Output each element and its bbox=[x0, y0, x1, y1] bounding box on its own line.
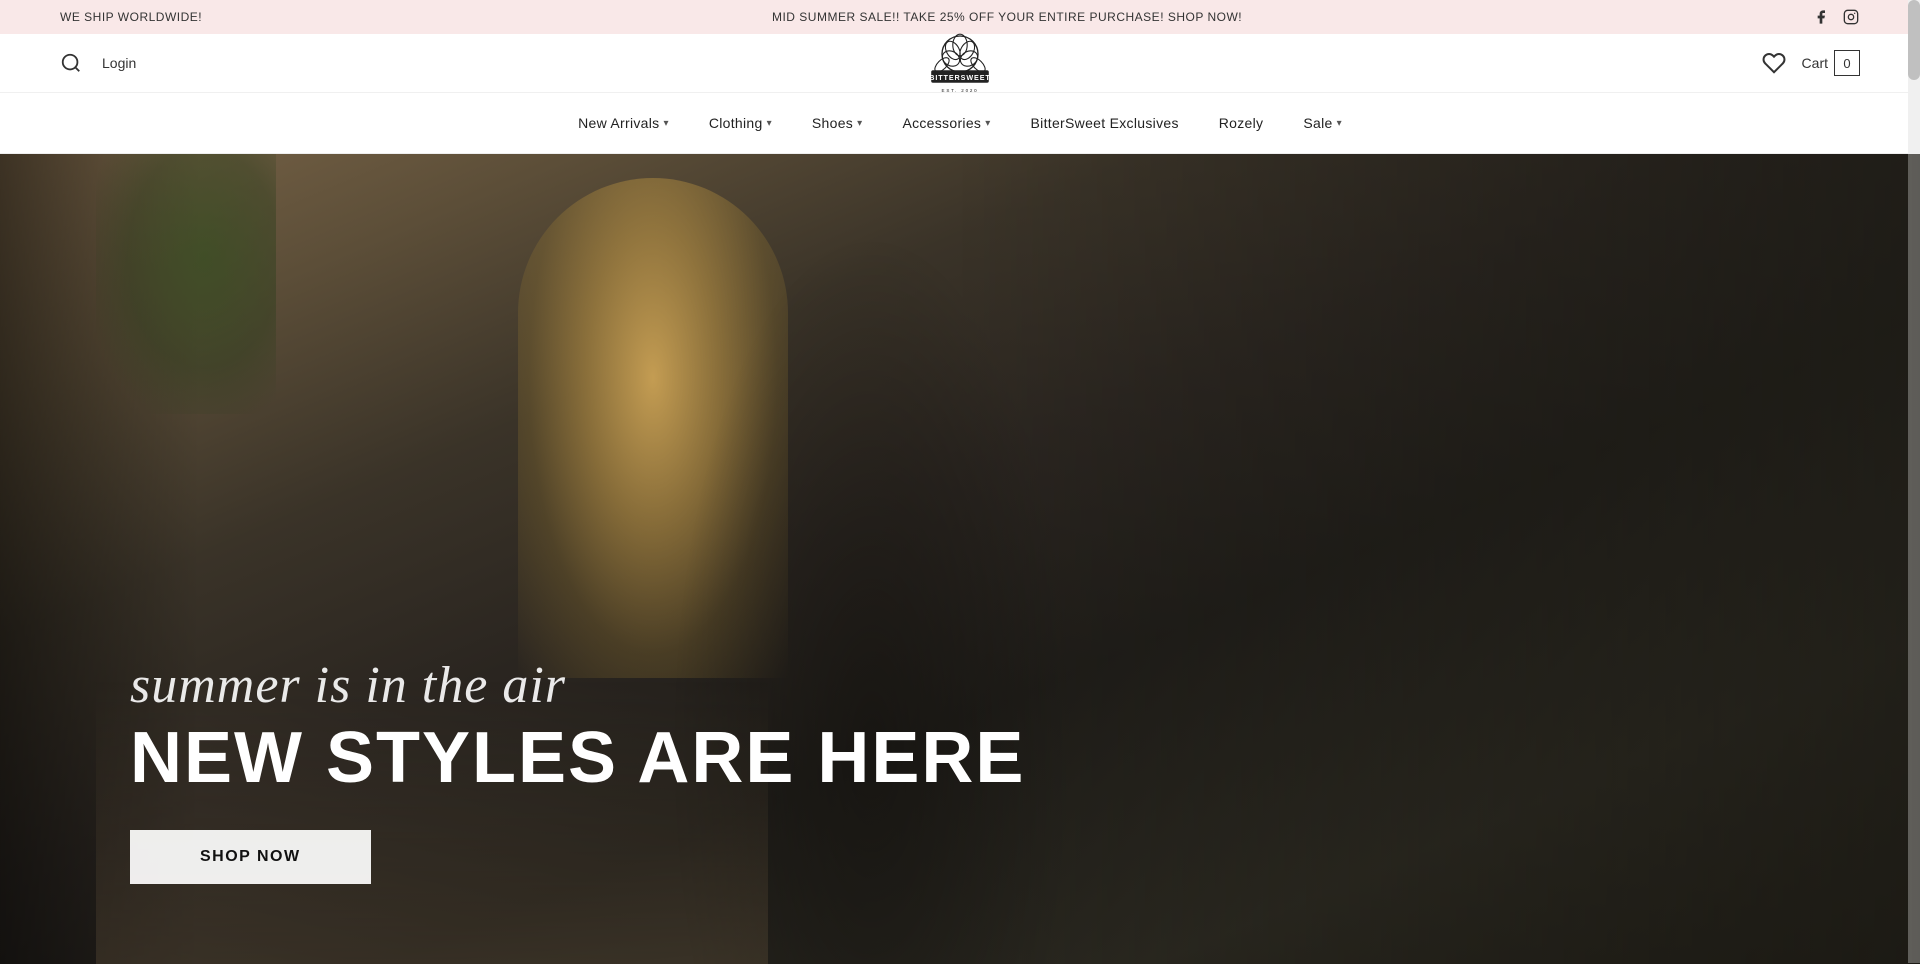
header: Login BITTERSWEET EST. 2020 bbox=[0, 34, 1920, 93]
facebook-icon[interactable] bbox=[1812, 8, 1830, 26]
nav-label-bittersweet-exclusives: BitterSweet Exclusives bbox=[1031, 115, 1179, 131]
cart-label: Cart bbox=[1802, 55, 1828, 71]
wishlist-button[interactable] bbox=[1762, 51, 1786, 75]
nav-label-new-arrivals: New Arrivals bbox=[578, 115, 659, 131]
hero-headline: NEW STYLES ARE HERE bbox=[130, 722, 1025, 794]
instagram-icon[interactable] bbox=[1842, 8, 1860, 26]
chevron-down-icon: ▾ bbox=[1337, 118, 1342, 129]
shipping-text: WE SHIP WORLDWIDE! bbox=[60, 10, 202, 24]
hero-plant bbox=[96, 154, 276, 414]
nav-label-shoes: Shoes bbox=[812, 115, 853, 131]
nav-label-sale: Sale bbox=[1303, 115, 1332, 131]
svg-text:BITTERSWEET: BITTERSWEET bbox=[929, 73, 990, 82]
nav-item-shoes[interactable]: Shoes ▾ bbox=[792, 107, 883, 139]
nav-label-rozely: Rozely bbox=[1219, 115, 1264, 131]
hero-section: summer is in the air NEW STYLES ARE HERE… bbox=[0, 154, 1920, 964]
brand-logo: BITTERSWEET EST. 2020 bbox=[915, 18, 1005, 108]
login-link[interactable]: Login bbox=[102, 55, 136, 71]
social-icons bbox=[1812, 8, 1860, 26]
cart-area[interactable]: Cart 0 bbox=[1802, 50, 1860, 76]
hero-dark-overlay bbox=[960, 154, 1920, 964]
cart-badge: 0 bbox=[1834, 50, 1860, 76]
nav-item-clothing[interactable]: Clothing ▾ bbox=[689, 107, 792, 139]
sale-text: MID SUMMER SALE!! TAKE 25% OFF YOUR ENTI… bbox=[772, 10, 1242, 24]
chevron-down-icon: ▾ bbox=[985, 118, 990, 129]
cart-count: 0 bbox=[1843, 56, 1850, 71]
nav-label-accessories: Accessories bbox=[902, 115, 981, 131]
hero-text-block: summer is in the air NEW STYLES ARE HERE… bbox=[130, 657, 1025, 884]
header-left: Login bbox=[60, 52, 136, 74]
chevron-down-icon: ▾ bbox=[767, 118, 772, 129]
nav-item-accessories[interactable]: Accessories ▾ bbox=[882, 107, 1010, 139]
header-logo[interactable]: BITTERSWEET EST. 2020 bbox=[915, 18, 1005, 108]
shop-now-button[interactable]: SHOP NOW bbox=[130, 830, 371, 884]
nav-item-bittersweet-exclusives[interactable]: BitterSweet Exclusives bbox=[1011, 107, 1199, 139]
svg-text:EST. 2020: EST. 2020 bbox=[942, 88, 979, 93]
header-right: Cart 0 bbox=[1762, 50, 1860, 76]
search-button[interactable] bbox=[60, 52, 82, 74]
nav-item-rozely[interactable]: Rozely bbox=[1199, 107, 1284, 139]
scrollbar-thumb[interactable] bbox=[1908, 0, 1920, 80]
chevron-down-icon: ▾ bbox=[663, 118, 668, 129]
nav-item-sale[interactable]: Sale ▾ bbox=[1283, 107, 1362, 139]
hero-script-text: summer is in the air bbox=[130, 657, 1025, 714]
nav-label-clothing: Clothing bbox=[709, 115, 763, 131]
nav-item-new-arrivals[interactable]: New Arrivals ▾ bbox=[558, 107, 689, 139]
chevron-down-icon: ▾ bbox=[857, 118, 862, 129]
